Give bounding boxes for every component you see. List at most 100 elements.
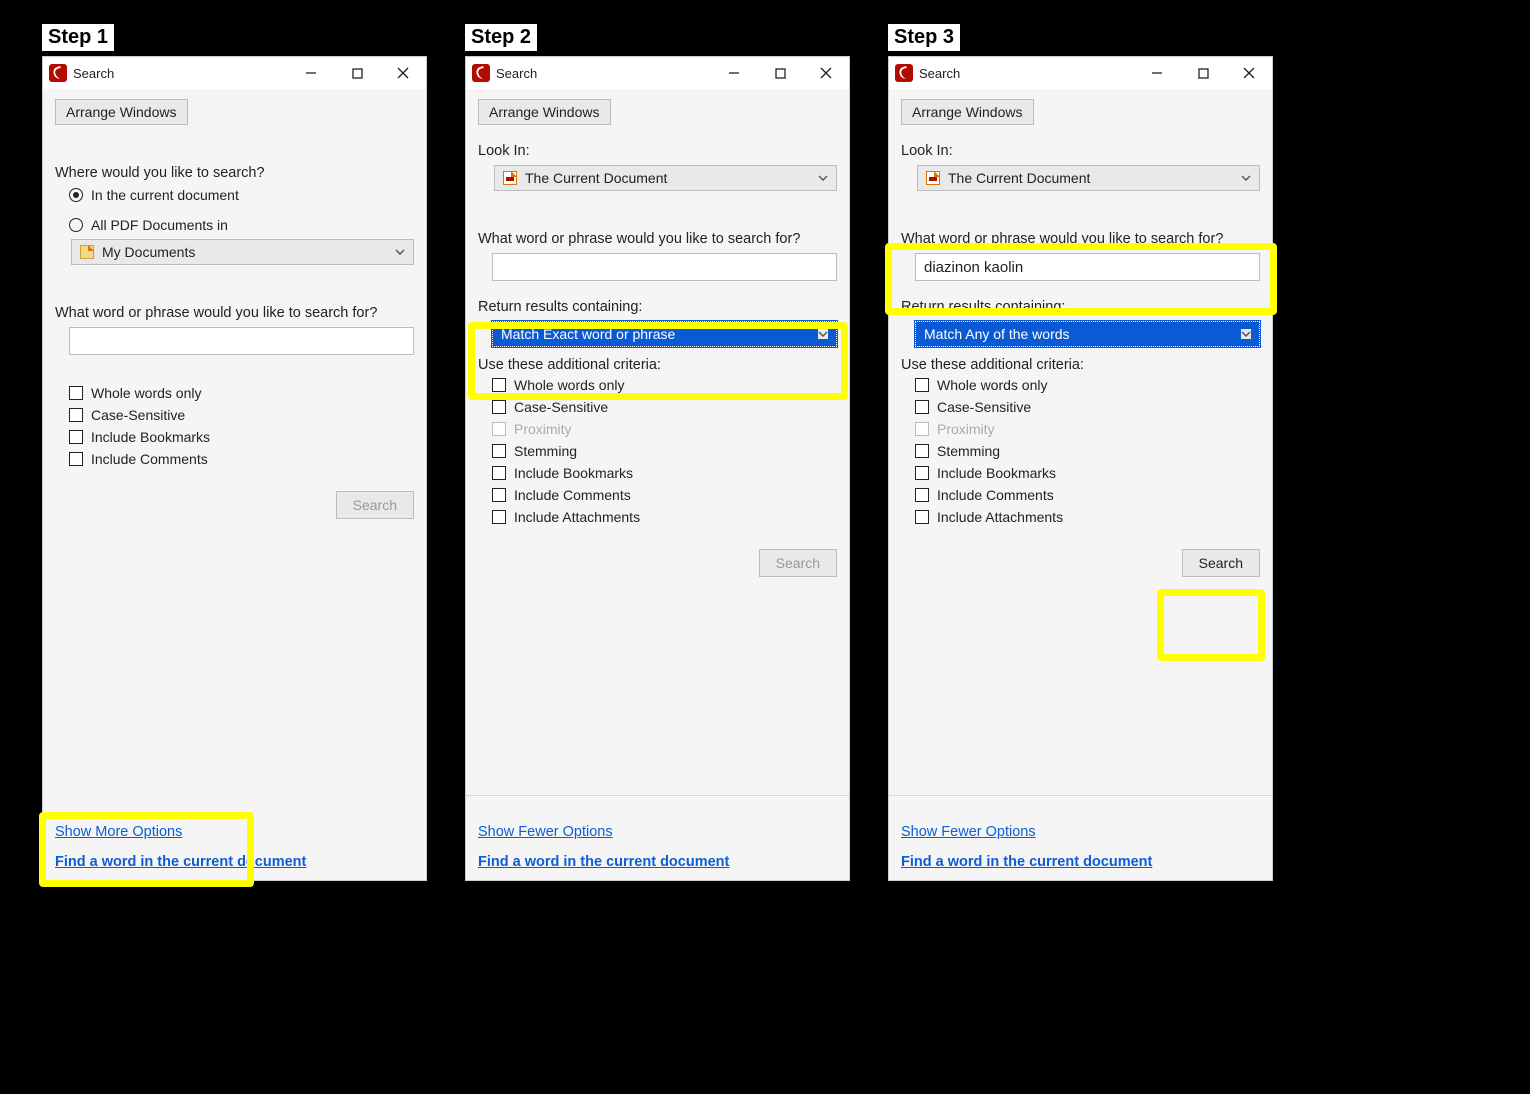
additional-criteria-label: Use these additional criteria: <box>901 357 1260 373</box>
look-in-select[interactable]: The Current Document <box>917 165 1260 191</box>
checkbox-icon <box>69 430 83 444</box>
checkbox-label: Include Attachments <box>937 509 1063 525</box>
include-bookmarks-checkbox[interactable]: Include Bookmarks <box>492 465 837 481</box>
checkbox-icon <box>915 466 929 480</box>
checkbox-label: Include Attachments <box>514 509 640 525</box>
find-word-link[interactable]: Find a word in the current document <box>55 854 414 870</box>
checkbox-icon <box>69 452 83 466</box>
look-in-select[interactable]: The Current Document <box>494 165 837 191</box>
include-comments-checkbox[interactable]: Include Comments <box>492 487 837 503</box>
look-in-label: Look In: <box>901 143 1260 159</box>
arrange-windows-button[interactable]: Arrange Windows <box>478 99 611 125</box>
search-window-step3: Search Arrange Windows Look In: The Curr… <box>888 56 1273 881</box>
titlebar: Search <box>889 57 1272 89</box>
search-button[interactable]: Search <box>1182 549 1260 577</box>
arrange-windows-button[interactable]: Arrange Windows <box>55 99 188 125</box>
close-button[interactable] <box>1226 57 1272 89</box>
return-results-select[interactable]: Match Any of the words <box>915 321 1260 347</box>
app-icon <box>49 64 67 82</box>
chevron-down-icon <box>1241 173 1251 183</box>
return-results-select[interactable]: Match Exact word or phrase <box>492 321 837 347</box>
case-sensitive-checkbox[interactable]: Case-Sensitive <box>492 399 837 415</box>
search-window-step1: Search Arrange Windows Where would you l… <box>42 56 427 881</box>
step-3-label: Step 3 <box>888 24 960 51</box>
stemming-checkbox[interactable]: Stemming <box>915 443 1260 459</box>
include-comments-checkbox[interactable]: Include Comments <box>69 451 414 467</box>
pdf-icon <box>503 171 517 185</box>
checkbox-label: Proximity <box>937 421 995 437</box>
search-button[interactable]: Search <box>759 549 837 577</box>
chevron-down-icon <box>1241 329 1251 339</box>
minimize-button[interactable] <box>711 57 757 89</box>
maximize-button[interactable] <box>334 57 380 89</box>
find-word-link[interactable]: Find a word in the current document <box>901 854 1260 870</box>
chevron-down-icon <box>818 173 828 183</box>
maximize-button[interactable] <box>757 57 803 89</box>
app-icon <box>895 64 913 82</box>
maximize-button[interactable] <box>1180 57 1226 89</box>
minimize-button[interactable] <box>288 57 334 89</box>
checkbox-label: Proximity <box>514 421 572 437</box>
search-phrase-input[interactable]: diazinon kaolin <box>915 253 1260 281</box>
include-attachments-checkbox[interactable]: Include Attachments <box>492 509 837 525</box>
checkbox-icon <box>915 378 929 392</box>
search-button[interactable]: Search <box>336 491 414 519</box>
search-phrase-input[interactable] <box>492 253 837 281</box>
case-sensitive-checkbox[interactable]: Case-Sensitive <box>69 407 414 423</box>
close-button[interactable] <box>803 57 849 89</box>
close-button[interactable] <box>380 57 426 89</box>
checkbox-label: Case-Sensitive <box>91 407 185 423</box>
checkbox-label: Case-Sensitive <box>937 399 1031 415</box>
pdf-icon <box>926 171 940 185</box>
checkbox-icon <box>492 488 506 502</box>
checkbox-label: Whole words only <box>937 377 1048 393</box>
radio-current-document[interactable]: In the current document <box>69 187 414 203</box>
proximity-checkbox: Proximity <box>492 421 837 437</box>
include-bookmarks-checkbox[interactable]: Include Bookmarks <box>69 429 414 445</box>
checkbox-label: Include Comments <box>937 487 1054 503</box>
checkbox-icon <box>492 510 506 524</box>
folder-icon <box>80 245 94 259</box>
app-icon <box>472 64 490 82</box>
checkbox-icon <box>915 422 929 436</box>
step-1-label: Step 1 <box>42 24 114 51</box>
folder-select[interactable]: My Documents <box>71 239 414 265</box>
find-word-link[interactable]: Find a word in the current document <box>478 854 837 870</box>
checkbox-icon <box>492 378 506 392</box>
radio-icon <box>69 188 83 202</box>
checkbox-icon <box>915 510 929 524</box>
include-comments-checkbox[interactable]: Include Comments <box>915 487 1260 503</box>
arrange-windows-button[interactable]: Arrange Windows <box>901 99 1034 125</box>
search-phrase-input[interactable] <box>69 327 414 355</box>
look-in-value: The Current Document <box>525 170 818 186</box>
checkbox-label: Stemming <box>937 443 1000 459</box>
show-more-options-link[interactable]: Show More Options <box>55 824 414 840</box>
where-search-label: Where would you like to search? <box>55 165 414 181</box>
return-results-value: Match Any of the words <box>924 326 1241 342</box>
checkbox-icon <box>915 400 929 414</box>
case-sensitive-checkbox[interactable]: Case-Sensitive <box>915 399 1260 415</box>
chevron-down-icon <box>818 329 828 339</box>
checkbox-label: Include Comments <box>91 451 208 467</box>
checkbox-label: Include Bookmarks <box>91 429 210 445</box>
chevron-down-icon <box>395 247 405 257</box>
show-fewer-options-link[interactable]: Show Fewer Options <box>478 824 837 840</box>
include-attachments-checkbox[interactable]: Include Attachments <box>915 509 1260 525</box>
whole-words-checkbox[interactable]: Whole words only <box>69 385 414 401</box>
return-results-label: Return results containing: <box>901 299 1260 315</box>
checkbox-label: Include Bookmarks <box>937 465 1056 481</box>
checkbox-icon <box>492 466 506 480</box>
additional-criteria-label: Use these additional criteria: <box>478 357 837 373</box>
show-fewer-options-link[interactable]: Show Fewer Options <box>901 824 1260 840</box>
radio-label: All PDF Documents in <box>91 217 228 233</box>
radio-all-pdf[interactable]: All PDF Documents in <box>69 217 414 233</box>
stemming-checkbox[interactable]: Stemming <box>492 443 837 459</box>
include-bookmarks-checkbox[interactable]: Include Bookmarks <box>915 465 1260 481</box>
whole-words-checkbox[interactable]: Whole words only <box>492 377 837 393</box>
return-results-label: Return results containing: <box>478 299 837 315</box>
window-title: Search <box>496 66 537 81</box>
proximity-checkbox: Proximity <box>915 421 1260 437</box>
minimize-button[interactable] <box>1134 57 1180 89</box>
checkbox-icon <box>492 400 506 414</box>
whole-words-checkbox[interactable]: Whole words only <box>915 377 1260 393</box>
